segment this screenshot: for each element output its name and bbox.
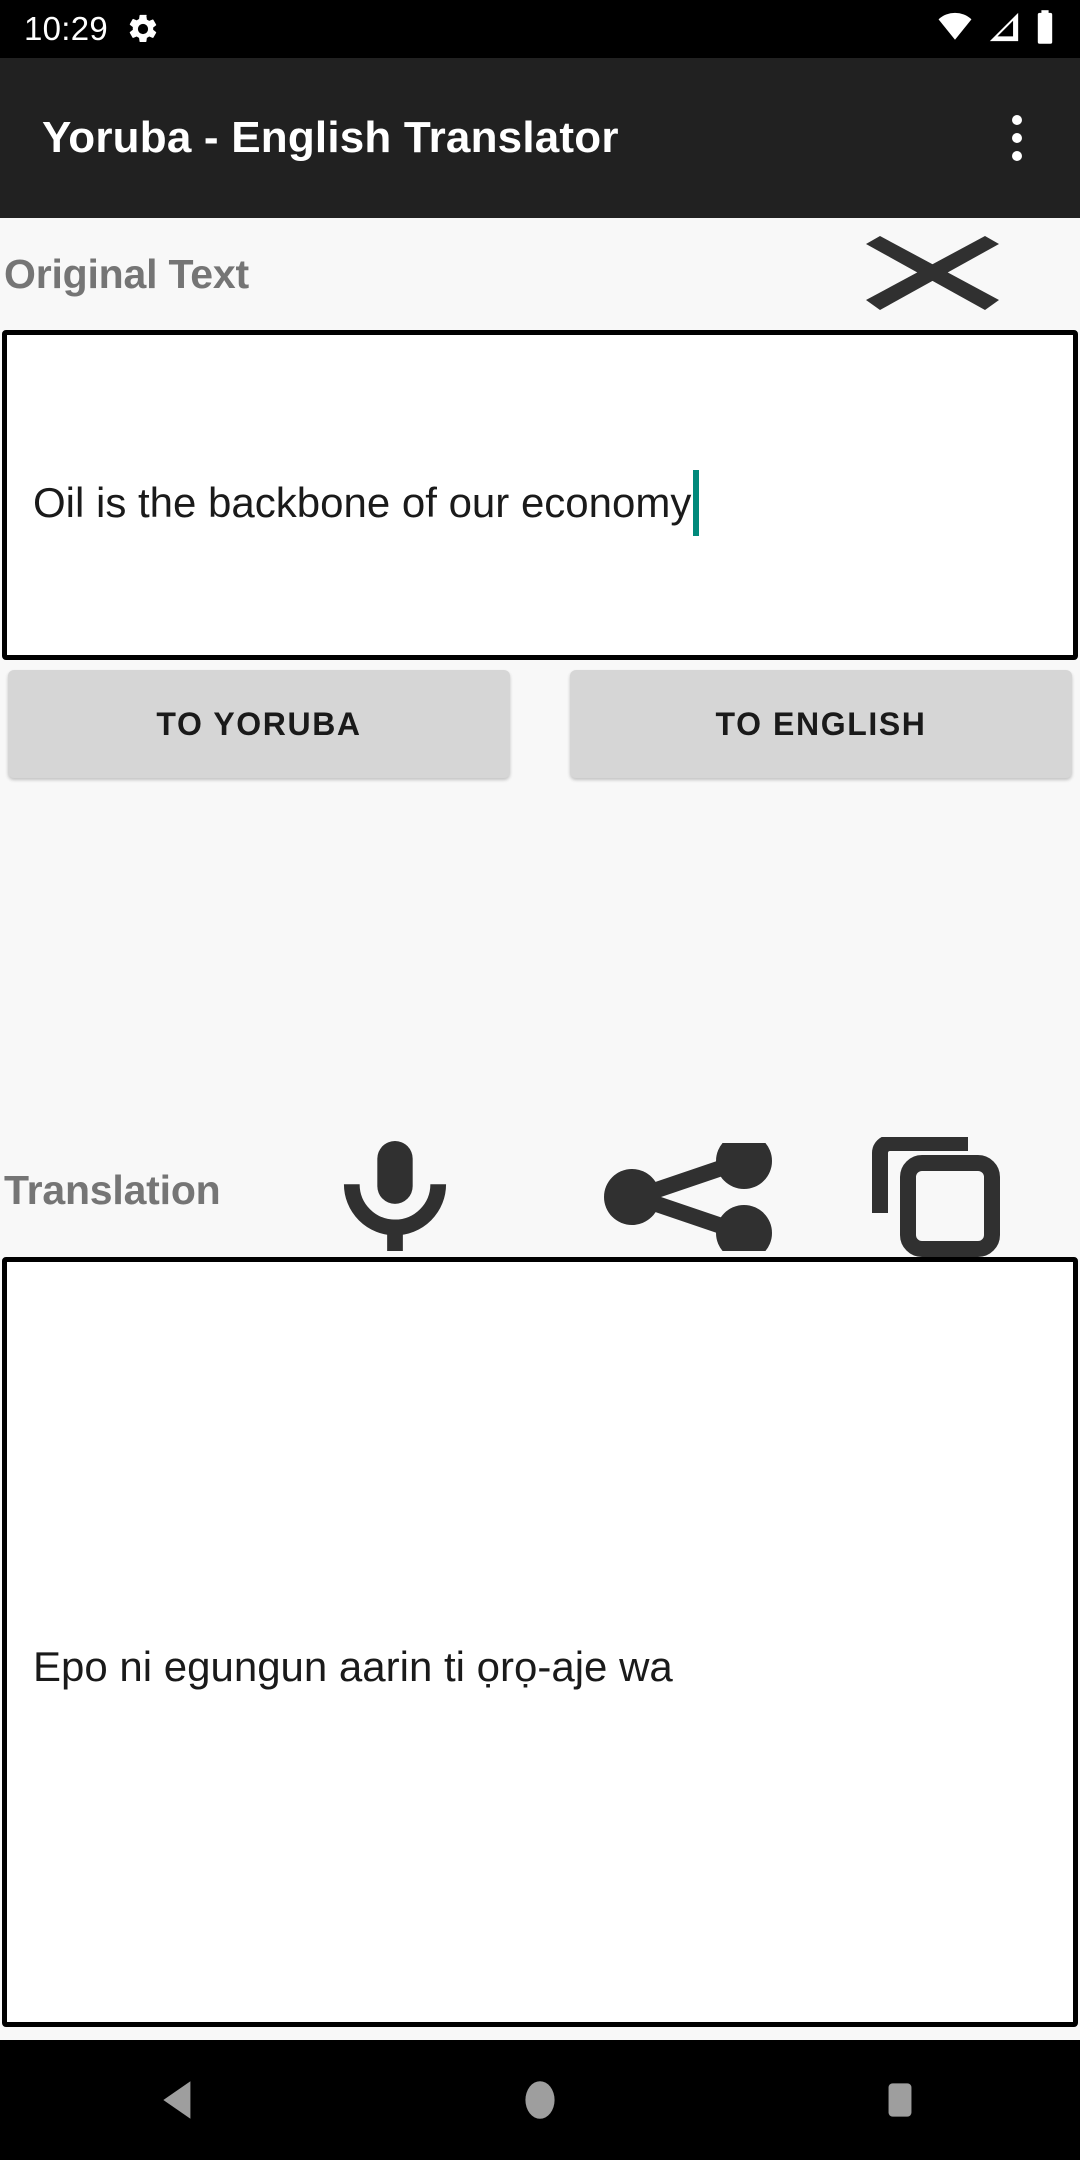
original-text-value-wrap: Oil is the backbone of our economy bbox=[33, 470, 1047, 536]
original-text-label: Original Text bbox=[4, 250, 249, 297]
clear-x-icon[interactable] bbox=[860, 236, 1005, 314]
status-bar-clock: 10:29 bbox=[24, 10, 109, 47]
microphone-icon[interactable] bbox=[335, 1141, 455, 1251]
overflow-dot bbox=[1012, 133, 1022, 143]
overflow-dot bbox=[1012, 151, 1022, 161]
battery-icon bbox=[1034, 9, 1056, 50]
wifi-icon bbox=[936, 10, 974, 49]
home-icon[interactable] bbox=[450, 2040, 630, 2160]
page-title: Yoruba - English Translator bbox=[42, 113, 619, 162]
translation-header: Translation bbox=[0, 1123, 1080, 1257]
cellular-signal-icon bbox=[986, 10, 1022, 49]
android-nav-bar bbox=[0, 2040, 1080, 2160]
overflow-dot bbox=[1012, 115, 1022, 125]
translate-button-row: TO YORUBA TO ENGLISH bbox=[0, 670, 1080, 778]
recents-icon[interactable] bbox=[810, 2040, 990, 2160]
app-bar: Yoruba - English Translator bbox=[0, 58, 1080, 218]
status-bar: 10:29 bbox=[0, 0, 1080, 58]
text-caret bbox=[693, 470, 700, 536]
translation-output[interactable]: Epo ni egungun aarin ti ọrọ-aje wa bbox=[2, 1257, 1078, 2027]
more-options-icon[interactable] bbox=[996, 101, 1038, 175]
translation-label: Translation bbox=[4, 1166, 221, 1213]
original-text-header: Original Text bbox=[0, 218, 1080, 330]
gear-icon bbox=[126, 12, 160, 46]
original-text-input[interactable]: Oil is the backbone of our economy bbox=[2, 330, 1078, 660]
back-icon[interactable] bbox=[90, 2040, 270, 2160]
status-bar-icons bbox=[936, 9, 1056, 50]
app-screen: 10:29 Yoruba - English Translator Origin… bbox=[0, 0, 1080, 2160]
copy-icon[interactable] bbox=[872, 1137, 1000, 1257]
translation-value-wrap: Epo ni egungun aarin ti ọrọ-aje wa bbox=[33, 1637, 1047, 1697]
translation-value: Epo ni egungun aarin ti ọrọ-aje wa bbox=[33, 1642, 673, 1690]
main-content: Original Text Oil is the backbone of our… bbox=[0, 218, 1080, 2160]
original-text-value: Oil is the backbone of our economy bbox=[33, 478, 692, 526]
share-icon[interactable] bbox=[600, 1143, 778, 1251]
to-english-button[interactable]: TO ENGLISH bbox=[570, 670, 1072, 778]
to-yoruba-button[interactable]: TO YORUBA bbox=[8, 670, 510, 778]
